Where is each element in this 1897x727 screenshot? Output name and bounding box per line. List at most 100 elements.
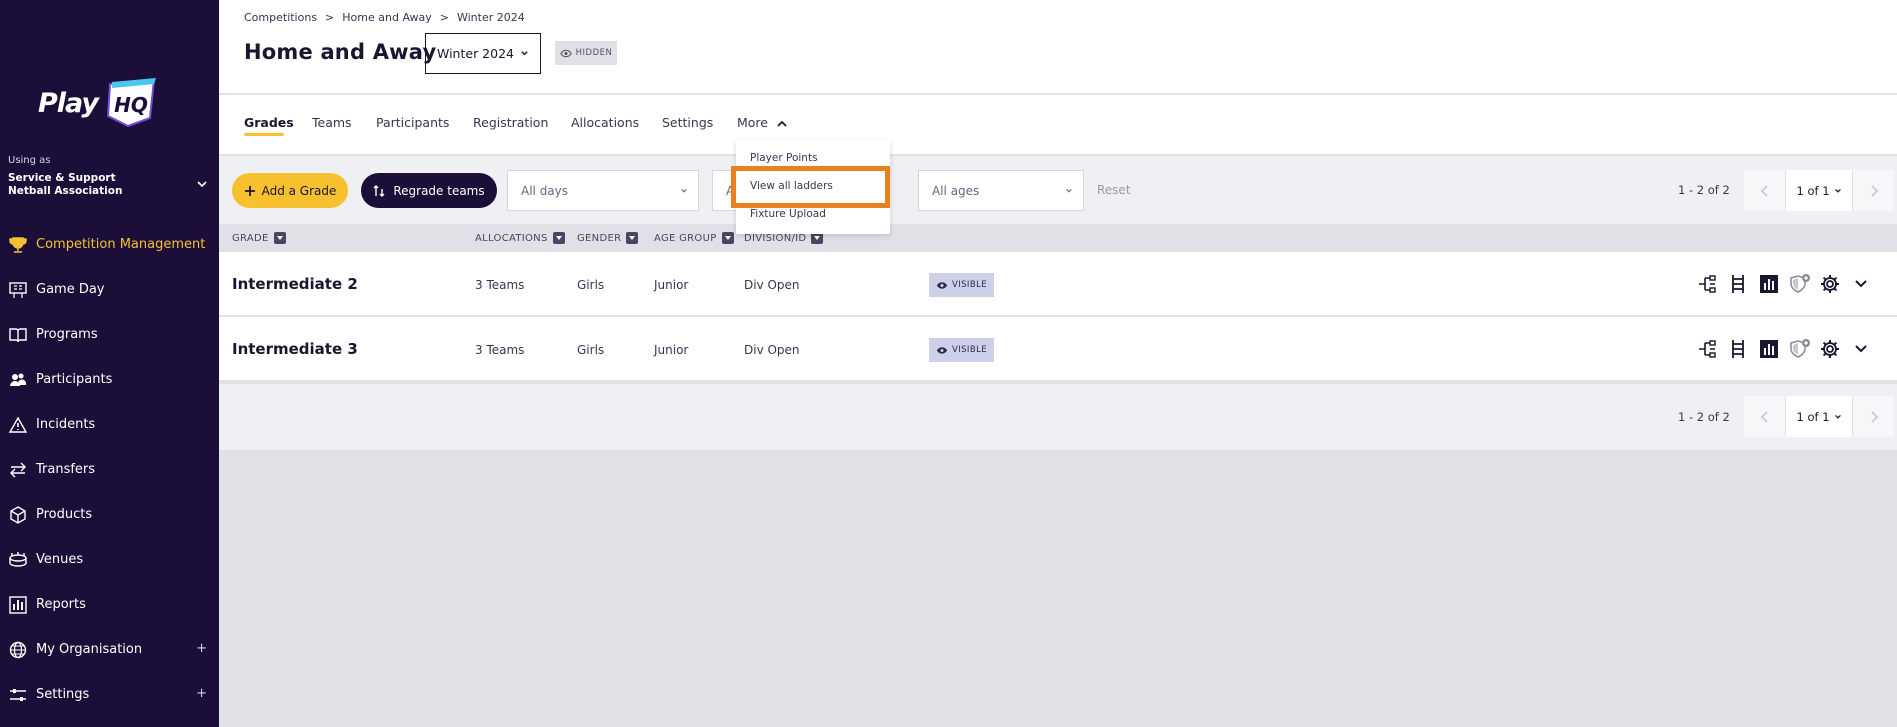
menu-item-view-all-ladders[interactable]: View all ladders	[750, 180, 833, 192]
breadcrumb-item-competitions[interactable]: Competitions	[244, 11, 317, 24]
sidebar-item-incidents[interactable]: Incidents	[0, 402, 219, 447]
division-cell: Div Open	[744, 343, 800, 357]
tab-allocations[interactable]: Allocations	[571, 115, 639, 130]
add-grade-button[interactable]: Add a Grade	[232, 173, 348, 208]
add-shield-icon[interactable]	[1789, 338, 1811, 360]
active-tab-indicator	[244, 133, 284, 136]
gear-icon[interactable]	[1819, 338, 1841, 360]
column-header-age-group[interactable]: AGE GROUP	[654, 232, 734, 244]
hq-shield-icon: HQ	[106, 78, 156, 128]
season-select[interactable]: Winter 2024	[425, 33, 541, 74]
column-header-label: GENDER	[577, 232, 622, 244]
expand-plus-icon[interactable]: +	[196, 686, 207, 701]
column-header-gender[interactable]: GENDER	[577, 232, 639, 244]
people-icon	[8, 370, 28, 390]
sidebar-item-label: Settings	[36, 687, 90, 702]
bottom-pagination-bar: 1 - 2 of 2 1 of 1	[219, 384, 1897, 450]
playhq-logo[interactable]: Play HQ	[38, 74, 158, 134]
sidebar-item-venues[interactable]: Venues	[0, 537, 219, 582]
sidebar-item-label: Transfers	[36, 462, 96, 477]
column-header-grade[interactable]: GRADE	[232, 232, 286, 244]
sidebar-item-label: Competition Management	[36, 237, 206, 252]
age-group-cell: Junior	[654, 343, 689, 357]
ladder-icon[interactable]	[1727, 273, 1749, 295]
fixture-tree-icon[interactable]	[1696, 338, 1718, 360]
chevron-down-icon[interactable]	[1850, 273, 1872, 295]
organisation-name[interactable]: Service & Support Netball Association	[8, 172, 158, 198]
eye-icon	[936, 346, 948, 354]
breadcrumb-item-home-and-away[interactable]: Home and Away	[342, 11, 432, 24]
sidebar-item-settings[interactable]: Settings +	[0, 672, 219, 717]
column-header-label: DIVISION/ID	[744, 232, 807, 244]
table-row[interactable]: Intermediate 3 3 Teams Girls Junior Div …	[219, 317, 1897, 381]
tab-teams[interactable]: Teams	[312, 115, 352, 130]
grades-toolbar: Add a Grade Regrade teams All days A All…	[219, 156, 1897, 224]
regrade-teams-button[interactable]: Regrade teams	[361, 173, 497, 208]
chevron-down-icon[interactable]	[196, 178, 208, 190]
column-header-label: AGE GROUP	[654, 232, 717, 244]
menu-item-player-points[interactable]: Player Points	[750, 152, 818, 164]
expand-plus-icon[interactable]: +	[196, 641, 207, 656]
chevron-down-icon[interactable]	[1850, 338, 1872, 360]
fixture-tree-icon[interactable]	[1696, 273, 1718, 295]
chevron-left-icon	[1760, 410, 1768, 423]
sidebar-item-transfers[interactable]: Transfers	[0, 447, 219, 492]
days-filter-select[interactable]: All days	[507, 170, 699, 211]
stats-chart-icon[interactable]	[1758, 273, 1780, 295]
add-grade-label: Add a Grade	[261, 183, 337, 198]
ages-filter-value: All ages	[932, 183, 980, 198]
page-select[interactable]: 1 of 1	[1785, 170, 1853, 211]
sidebar-item-competition-management[interactable]: Competition Management	[0, 222, 219, 267]
reset-filters-button[interactable]: Reset	[1097, 183, 1131, 197]
sidebar-item-label: Venues	[36, 552, 84, 567]
gender-cell: Girls	[577, 278, 605, 292]
sidebar-item-reports[interactable]: Reports	[0, 582, 219, 627]
sidebar-item-my-organisation[interactable]: My Organisation +	[0, 627, 219, 672]
report-chart-icon	[8, 595, 28, 615]
sidebar-nav: Competition Management Game Day Programs…	[0, 222, 219, 717]
column-header-allocations[interactable]: ALLOCATIONS	[475, 232, 565, 244]
prev-page-button[interactable]	[1744, 396, 1785, 437]
grade-name[interactable]: Intermediate 2	[232, 275, 358, 293]
stats-chart-icon[interactable]	[1758, 338, 1780, 360]
logo-text: Play	[38, 88, 99, 119]
page-title: Home and Away	[244, 40, 437, 64]
tab-participants[interactable]: Participants	[376, 115, 449, 130]
sidebar-item-game-day[interactable]: Game Day	[0, 267, 219, 312]
using-as-label: Using as	[8, 155, 51, 166]
next-page-button[interactable]	[1853, 396, 1894, 437]
days-filter-value: All days	[521, 183, 569, 198]
sort-icon	[626, 232, 639, 244]
stadium-icon	[8, 550, 28, 570]
ladder-icon[interactable]	[1727, 338, 1749, 360]
sidebar-item-participants[interactable]: Participants	[0, 357, 219, 402]
regrade-teams-label: Regrade teams	[393, 183, 485, 198]
tab-settings[interactable]: Settings	[662, 115, 713, 130]
page-header: Competitions > Home and Away > Winter 20…	[219, 0, 1897, 94]
menu-item-fixture-upload[interactable]: Fixture Upload	[750, 208, 826, 220]
tab-registration[interactable]: Registration	[473, 115, 548, 130]
book-icon	[8, 325, 28, 345]
sliders-icon	[8, 685, 28, 705]
tab-grades[interactable]: Grades	[244, 115, 294, 130]
sidebar: Play HQ Using as Service & Support Netba…	[0, 0, 219, 727]
sidebar-item-programs[interactable]: Programs	[0, 312, 219, 357]
prev-page-button[interactable]	[1744, 170, 1785, 211]
transfer-arrows-icon	[8, 460, 28, 480]
add-shield-icon[interactable]	[1789, 273, 1811, 295]
globe-icon	[8, 640, 28, 660]
next-page-button[interactable]	[1853, 170, 1894, 211]
breadcrumb-separator: >	[325, 11, 335, 24]
sidebar-item-label: My Organisation	[36, 642, 143, 657]
breadcrumb: Competitions > Home and Away > Winter 20…	[244, 11, 525, 24]
chevron-down-icon	[521, 51, 528, 56]
page-select[interactable]: 1 of 1	[1785, 396, 1853, 437]
sort-icon	[721, 232, 734, 244]
ages-filter-select[interactable]: All ages	[918, 170, 1084, 211]
sidebar-item-products[interactable]: Products	[0, 492, 219, 537]
table-row[interactable]: Intermediate 2 3 Teams Girls Junior Div …	[219, 252, 1897, 316]
breadcrumb-separator: >	[439, 11, 449, 24]
grade-name[interactable]: Intermediate 3	[232, 340, 358, 358]
gear-icon[interactable]	[1819, 273, 1841, 295]
tab-more[interactable]: More	[737, 115, 787, 130]
